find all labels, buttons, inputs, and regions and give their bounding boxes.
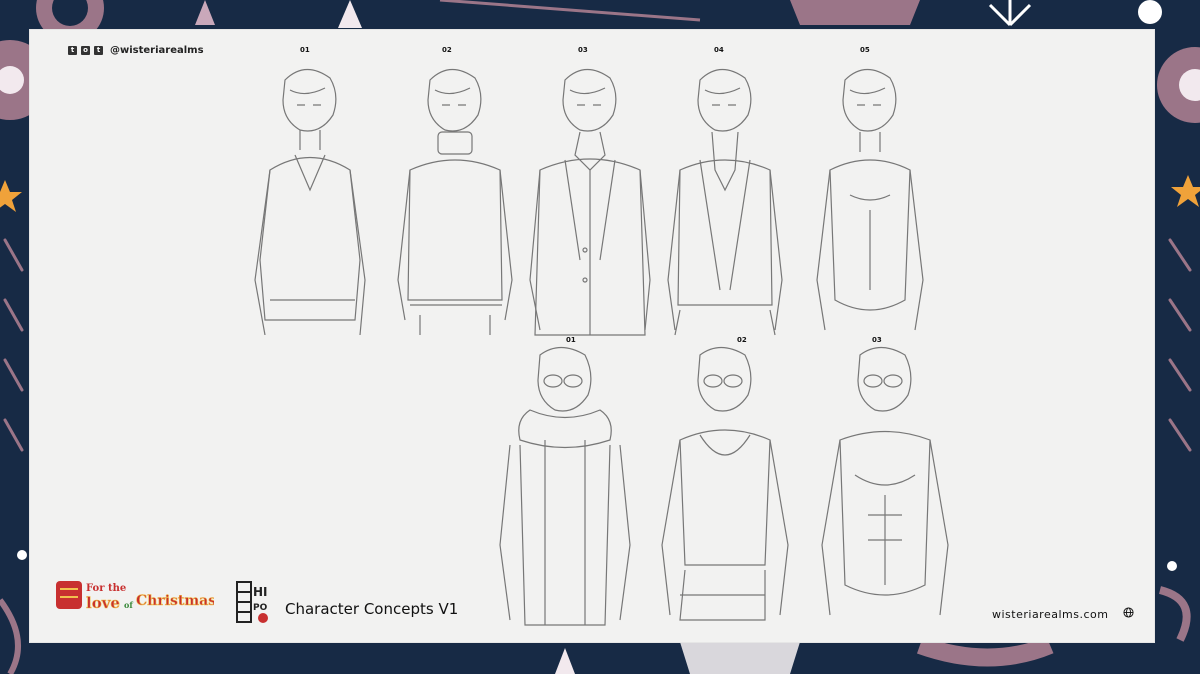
concept-label: 05	[860, 46, 870, 54]
character-sketch-sweater	[254, 68, 366, 335]
twitter-icon[interactable]: t	[68, 46, 77, 55]
instagram-icon[interactable]: o	[81, 46, 90, 55]
svg-text:love: love	[86, 594, 120, 612]
svg-text:of: of	[124, 600, 133, 610]
concept-label: 03	[578, 46, 588, 54]
social-handle: @wisteriarealms	[110, 45, 204, 56]
svg-text:For the: For the	[86, 583, 126, 594]
concept-label: 04	[714, 46, 724, 54]
character-sketch-vest	[667, 68, 783, 336]
concept-sheet: t o t @wisteriarealms 01 02 03 04 05 01 …	[30, 30, 1154, 642]
svg-text:Christmas!: Christmas!	[136, 593, 214, 609]
svg-text:HI: HI	[253, 585, 268, 599]
character-sketch-parka	[499, 346, 631, 626]
concept-label: 01	[300, 46, 310, 54]
svg-text:PO: PO	[253, 603, 268, 613]
concept-label: 02	[442, 46, 452, 54]
social-links: t o t @wisteriarealms	[68, 45, 204, 56]
game-logo: For the love of Christmas!	[56, 581, 214, 612]
character-sketch-turtleneck	[397, 68, 513, 335]
character-sketch-coat	[529, 68, 651, 336]
character-sketch-bare	[816, 68, 924, 331]
globe-icon[interactable]	[1123, 607, 1134, 618]
character-sketch-tanktop	[661, 346, 789, 621]
character-sketch-shirtless	[821, 346, 949, 616]
website-link[interactable]: wisteriarealms.com	[992, 608, 1108, 621]
studio-logo: HI PO	[236, 581, 268, 623]
sheet-title: Character Concepts V1	[285, 600, 459, 618]
tumblr-icon[interactable]: t	[94, 46, 103, 55]
